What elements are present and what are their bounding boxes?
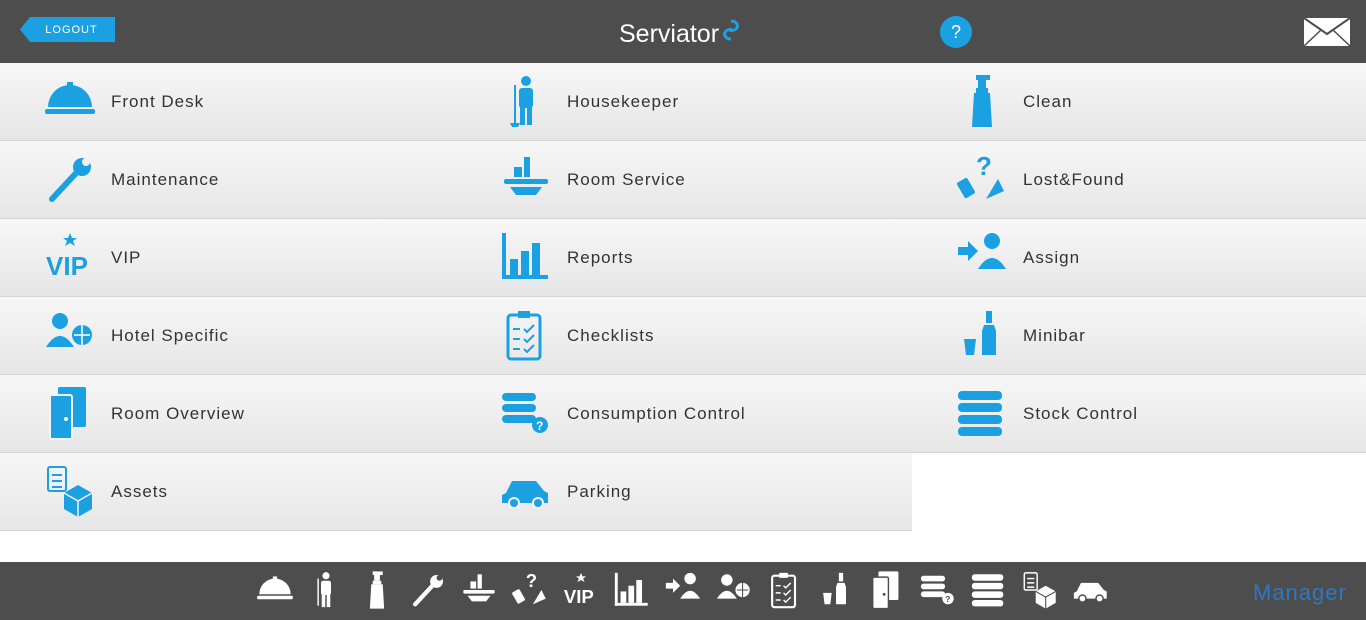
tile-label: Stock Control (1023, 404, 1139, 423)
car-icon (500, 463, 552, 519)
tile-minibar[interactable]: Minibar (912, 297, 1366, 375)
front-desk-bell-icon[interactable] (255, 570, 295, 610)
tile-label: Clean (1023, 92, 1073, 111)
clipboard-checklist-icon (500, 307, 552, 363)
logout-button[interactable]: LOGOUT (20, 17, 115, 42)
tile-label: Minibar (1023, 326, 1086, 345)
tile-label: Assign (1023, 248, 1081, 267)
door-icon[interactable] (867, 570, 907, 610)
tile-assign[interactable]: Assign (912, 219, 1366, 297)
assets-box-icon[interactable] (1020, 570, 1060, 610)
bar-chart-icon[interactable] (612, 570, 652, 610)
tile-label: Room Overview (111, 404, 245, 423)
tile-parking[interactable]: Parking (456, 453, 912, 531)
wrench-icon[interactable] (408, 570, 448, 610)
assign-person-icon (956, 229, 1008, 285)
tile-stock-control[interactable]: Stock Control (912, 375, 1366, 453)
room-service-tray-icon[interactable] (459, 570, 499, 610)
lost-found-icon[interactable]: ? (510, 570, 550, 610)
svg-text:?: ? (976, 151, 992, 181)
minibar-bottle-icon (956, 307, 1008, 363)
vip-icon[interactable]: VIP (561, 570, 601, 610)
svg-text:?: ? (945, 594, 950, 604)
bar-chart-icon (500, 229, 552, 285)
help-button[interactable]: ? (940, 16, 972, 48)
car-icon[interactable] (1071, 570, 1111, 610)
tile-reports[interactable]: Reports (456, 219, 912, 297)
tile-label: Consumption Control (567, 404, 746, 423)
hotel-specific-globe-icon[interactable] (714, 570, 754, 610)
svg-text:?: ? (526, 570, 537, 591)
top-bar: LOGOUT Serviator ? (0, 0, 1366, 63)
tile-front-desk[interactable]: Front Desk (0, 63, 456, 141)
svg-text:VIP: VIP (46, 251, 88, 281)
tile-label: Front Desk (111, 92, 205, 111)
vip-icon: VIP (44, 229, 96, 285)
brand-name: Serviator (619, 19, 720, 48)
door-icon (44, 385, 96, 441)
clipboard-checklist-icon[interactable] (765, 570, 805, 610)
housekeeper-icon (500, 73, 552, 129)
tile-label: Checklists (567, 326, 655, 345)
tile-housekeeper[interactable]: Housekeeper (456, 63, 912, 141)
tile-room-service[interactable]: Room Service (456, 141, 912, 219)
towels-stack-icon[interactable] (969, 570, 1009, 610)
tile-assets[interactable]: Assets (0, 453, 456, 531)
tile-lost-found[interactable]: ? Lost&Found (912, 141, 1366, 219)
brand-swirl-icon (723, 19, 739, 41)
minibar-bottle-icon[interactable] (816, 570, 856, 610)
tile-label: Assets (111, 482, 169, 501)
room-service-tray-icon (500, 151, 552, 207)
towels-question-icon: ? (500, 385, 552, 441)
tile-clean[interactable]: Clean (912, 63, 1366, 141)
svg-text:?: ? (536, 419, 543, 433)
tile-room-overview[interactable]: Room Overview (0, 375, 456, 453)
tile-label: Lost&Found (1023, 170, 1125, 189)
tile-label: Maintenance (111, 170, 220, 189)
bottom-bar: ? VIP ? Manager (0, 562, 1366, 620)
tile-label: Housekeeper (567, 92, 680, 111)
svg-text:VIP: VIP (564, 586, 594, 607)
tile-maintenance[interactable]: Maintenance (0, 141, 456, 219)
towels-stack-icon (956, 385, 1008, 441)
mail-icon[interactable] (1303, 17, 1351, 47)
tile-label: Hotel Specific (111, 326, 229, 345)
brand-logo: Serviator (619, 18, 741, 50)
front-desk-bell-icon (44, 73, 96, 129)
towels-question-icon[interactable]: ? (918, 570, 958, 610)
lost-found-icon: ? (956, 151, 1008, 207)
housekeeper-icon[interactable] (306, 570, 346, 610)
tile-consumption-control[interactable]: ? Consumption Control (456, 375, 912, 453)
tile-label: Reports (567, 248, 634, 267)
user-role-label: Manager (1253, 580, 1347, 605)
tile-vip[interactable]: VIP VIP (0, 219, 456, 297)
spray-bottle-icon[interactable] (357, 570, 397, 610)
assets-box-icon (44, 463, 96, 519)
tile-hotel-specific[interactable]: Hotel Specific (0, 297, 456, 375)
spray-bottle-icon (956, 73, 1008, 129)
tile-label: Parking (567, 482, 632, 501)
wrench-icon (44, 151, 96, 207)
hotel-specific-globe-icon (44, 307, 96, 363)
tile-checklists[interactable]: Checklists (456, 297, 912, 375)
tile-label: VIP (111, 248, 142, 267)
tile-label: Room Service (567, 170, 686, 189)
assign-person-icon[interactable] (663, 570, 703, 610)
